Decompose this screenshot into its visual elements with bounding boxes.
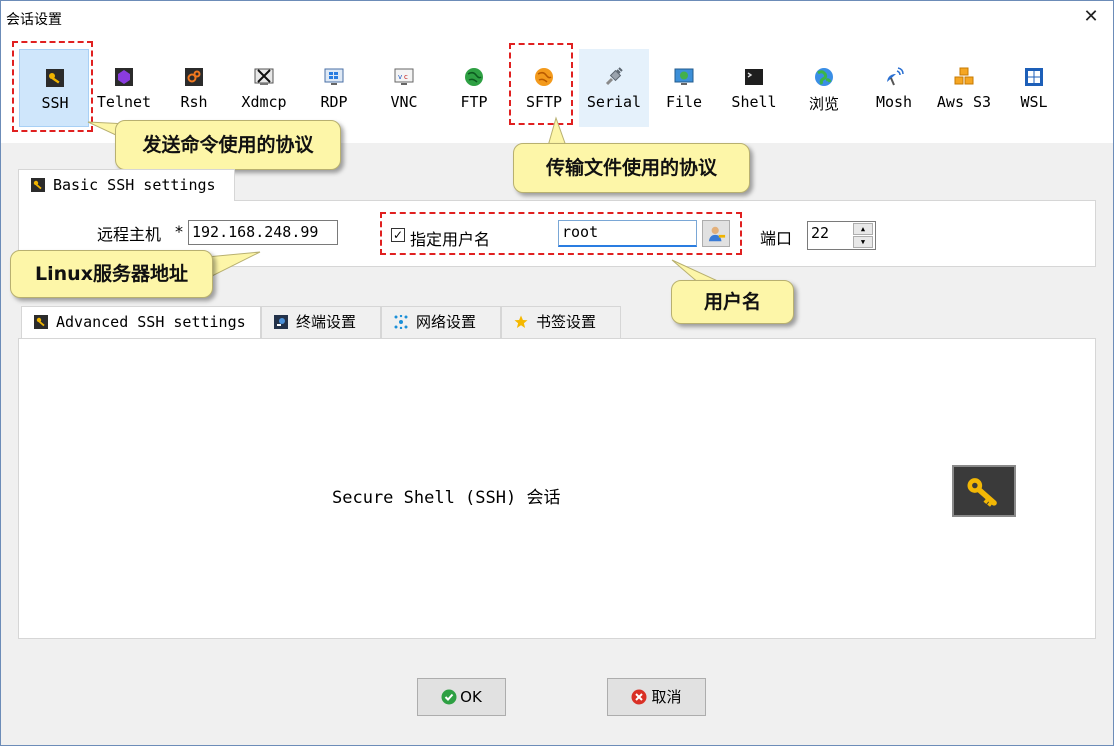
tab-label: Advanced SSH settings (56, 313, 246, 331)
rdp-icon (324, 68, 344, 85)
svg-text:v: v (398, 73, 402, 81)
tab-basic-ssh-settings[interactable]: Basic SSH settings (18, 169, 235, 201)
sftp-highlight-box (509, 43, 573, 125)
cancel-button[interactable]: 取消 (607, 678, 706, 716)
username-highlight-box (380, 212, 742, 255)
vnc-icon: vc (394, 68, 414, 85)
ok-label: OK (460, 688, 482, 706)
port-value: 22 (811, 224, 830, 242)
protocol-vnc[interactable]: vc VNC (369, 49, 439, 127)
aws-cubes-icon (954, 67, 974, 85)
tab-bookmark-settings[interactable]: 书签设置 (501, 306, 621, 338)
protocol-telnet[interactable]: Telnet (89, 49, 159, 127)
shell-terminal-icon (745, 69, 763, 85)
protocol-file[interactable]: File (649, 49, 719, 127)
callout-username: 用户名 (671, 280, 794, 324)
callout-send-protocol: 发送命令使用的协议 (115, 120, 341, 170)
advanced-settings-panel: Secure Shell (SSH) 会话 (18, 338, 1096, 639)
windows-logo-icon (1025, 68, 1043, 86)
window-title: 会话设置 (6, 12, 62, 28)
telnet-icon (115, 68, 133, 86)
browser-globe-icon (815, 68, 833, 86)
ssh-highlight-box (12, 41, 93, 132)
terminal-icon (274, 315, 288, 329)
protocol-label: WSL (1020, 93, 1048, 111)
protocol-browser[interactable]: 浏览 (789, 49, 859, 127)
svg-text:c: c (404, 73, 408, 81)
tab-network-settings[interactable]: 网络设置 (381, 306, 501, 338)
port-decrement-button[interactable]: ▼ (853, 236, 873, 248)
mosh-satellite-icon (887, 67, 904, 86)
tab-advanced-ssh-settings[interactable]: Advanced SSH settings (21, 306, 261, 338)
ftp-globe-icon (465, 68, 483, 86)
protocol-rsh[interactable]: Rsh (159, 49, 229, 127)
rsh-icon (185, 68, 203, 86)
callout-transfer-protocol: 传输文件使用的协议 (513, 143, 750, 193)
protocol-mosh[interactable]: Mosh (859, 49, 929, 127)
protocol-shell[interactable]: Shell (719, 49, 789, 127)
key-icon (967, 478, 997, 507)
ssh-large-key-icon (952, 465, 1016, 517)
key-icon (34, 315, 48, 329)
protocol-aws-s3[interactable]: Aws S3 (929, 49, 999, 127)
session-description: Secure Shell (SSH) 会话 (332, 488, 561, 508)
protocol-ftp[interactable]: FTP (439, 49, 509, 127)
callout-linux-server: Linux服务器地址 (10, 250, 213, 298)
port-input[interactable]: 22 ▲ ▼ (807, 221, 876, 250)
file-monitor-icon (674, 68, 694, 85)
cancel-circle-icon (631, 689, 647, 705)
protocol-rdp[interactable]: RDP (299, 49, 369, 127)
xdmcp-icon (254, 68, 274, 85)
protocol-xdmcp[interactable]: Xdmcp (229, 49, 299, 127)
tab-label: 书签设置 (536, 313, 597, 331)
serial-plug-icon (605, 67, 623, 86)
cancel-label: 取消 (651, 688, 682, 706)
network-icon (394, 315, 408, 329)
protocol-wsl[interactable]: WSL (999, 49, 1069, 127)
protocol-serial[interactable]: Serial (579, 49, 649, 127)
port-label: 端口 (760, 229, 793, 248)
remote-host-input[interactable]: 192.168.248.99 (188, 220, 338, 245)
close-icon[interactable]: ✕ (1079, 5, 1103, 29)
ok-button[interactable]: OK (417, 678, 506, 716)
check-circle-icon (441, 689, 457, 705)
remote-host-label: 远程主机 (97, 225, 162, 244)
required-mark: * (175, 222, 183, 241)
tab-label: 终端设置 (296, 313, 357, 331)
title-bar: 会话设置 ✕ (1, 1, 1113, 33)
port-increment-button[interactable]: ▲ (853, 223, 873, 235)
key-icon (31, 178, 45, 192)
tab-label: 网络设置 (416, 313, 477, 331)
star-icon (514, 315, 528, 328)
tab-label: Basic SSH settings (53, 176, 216, 194)
tab-terminal-settings[interactable]: 终端设置 (261, 306, 381, 338)
